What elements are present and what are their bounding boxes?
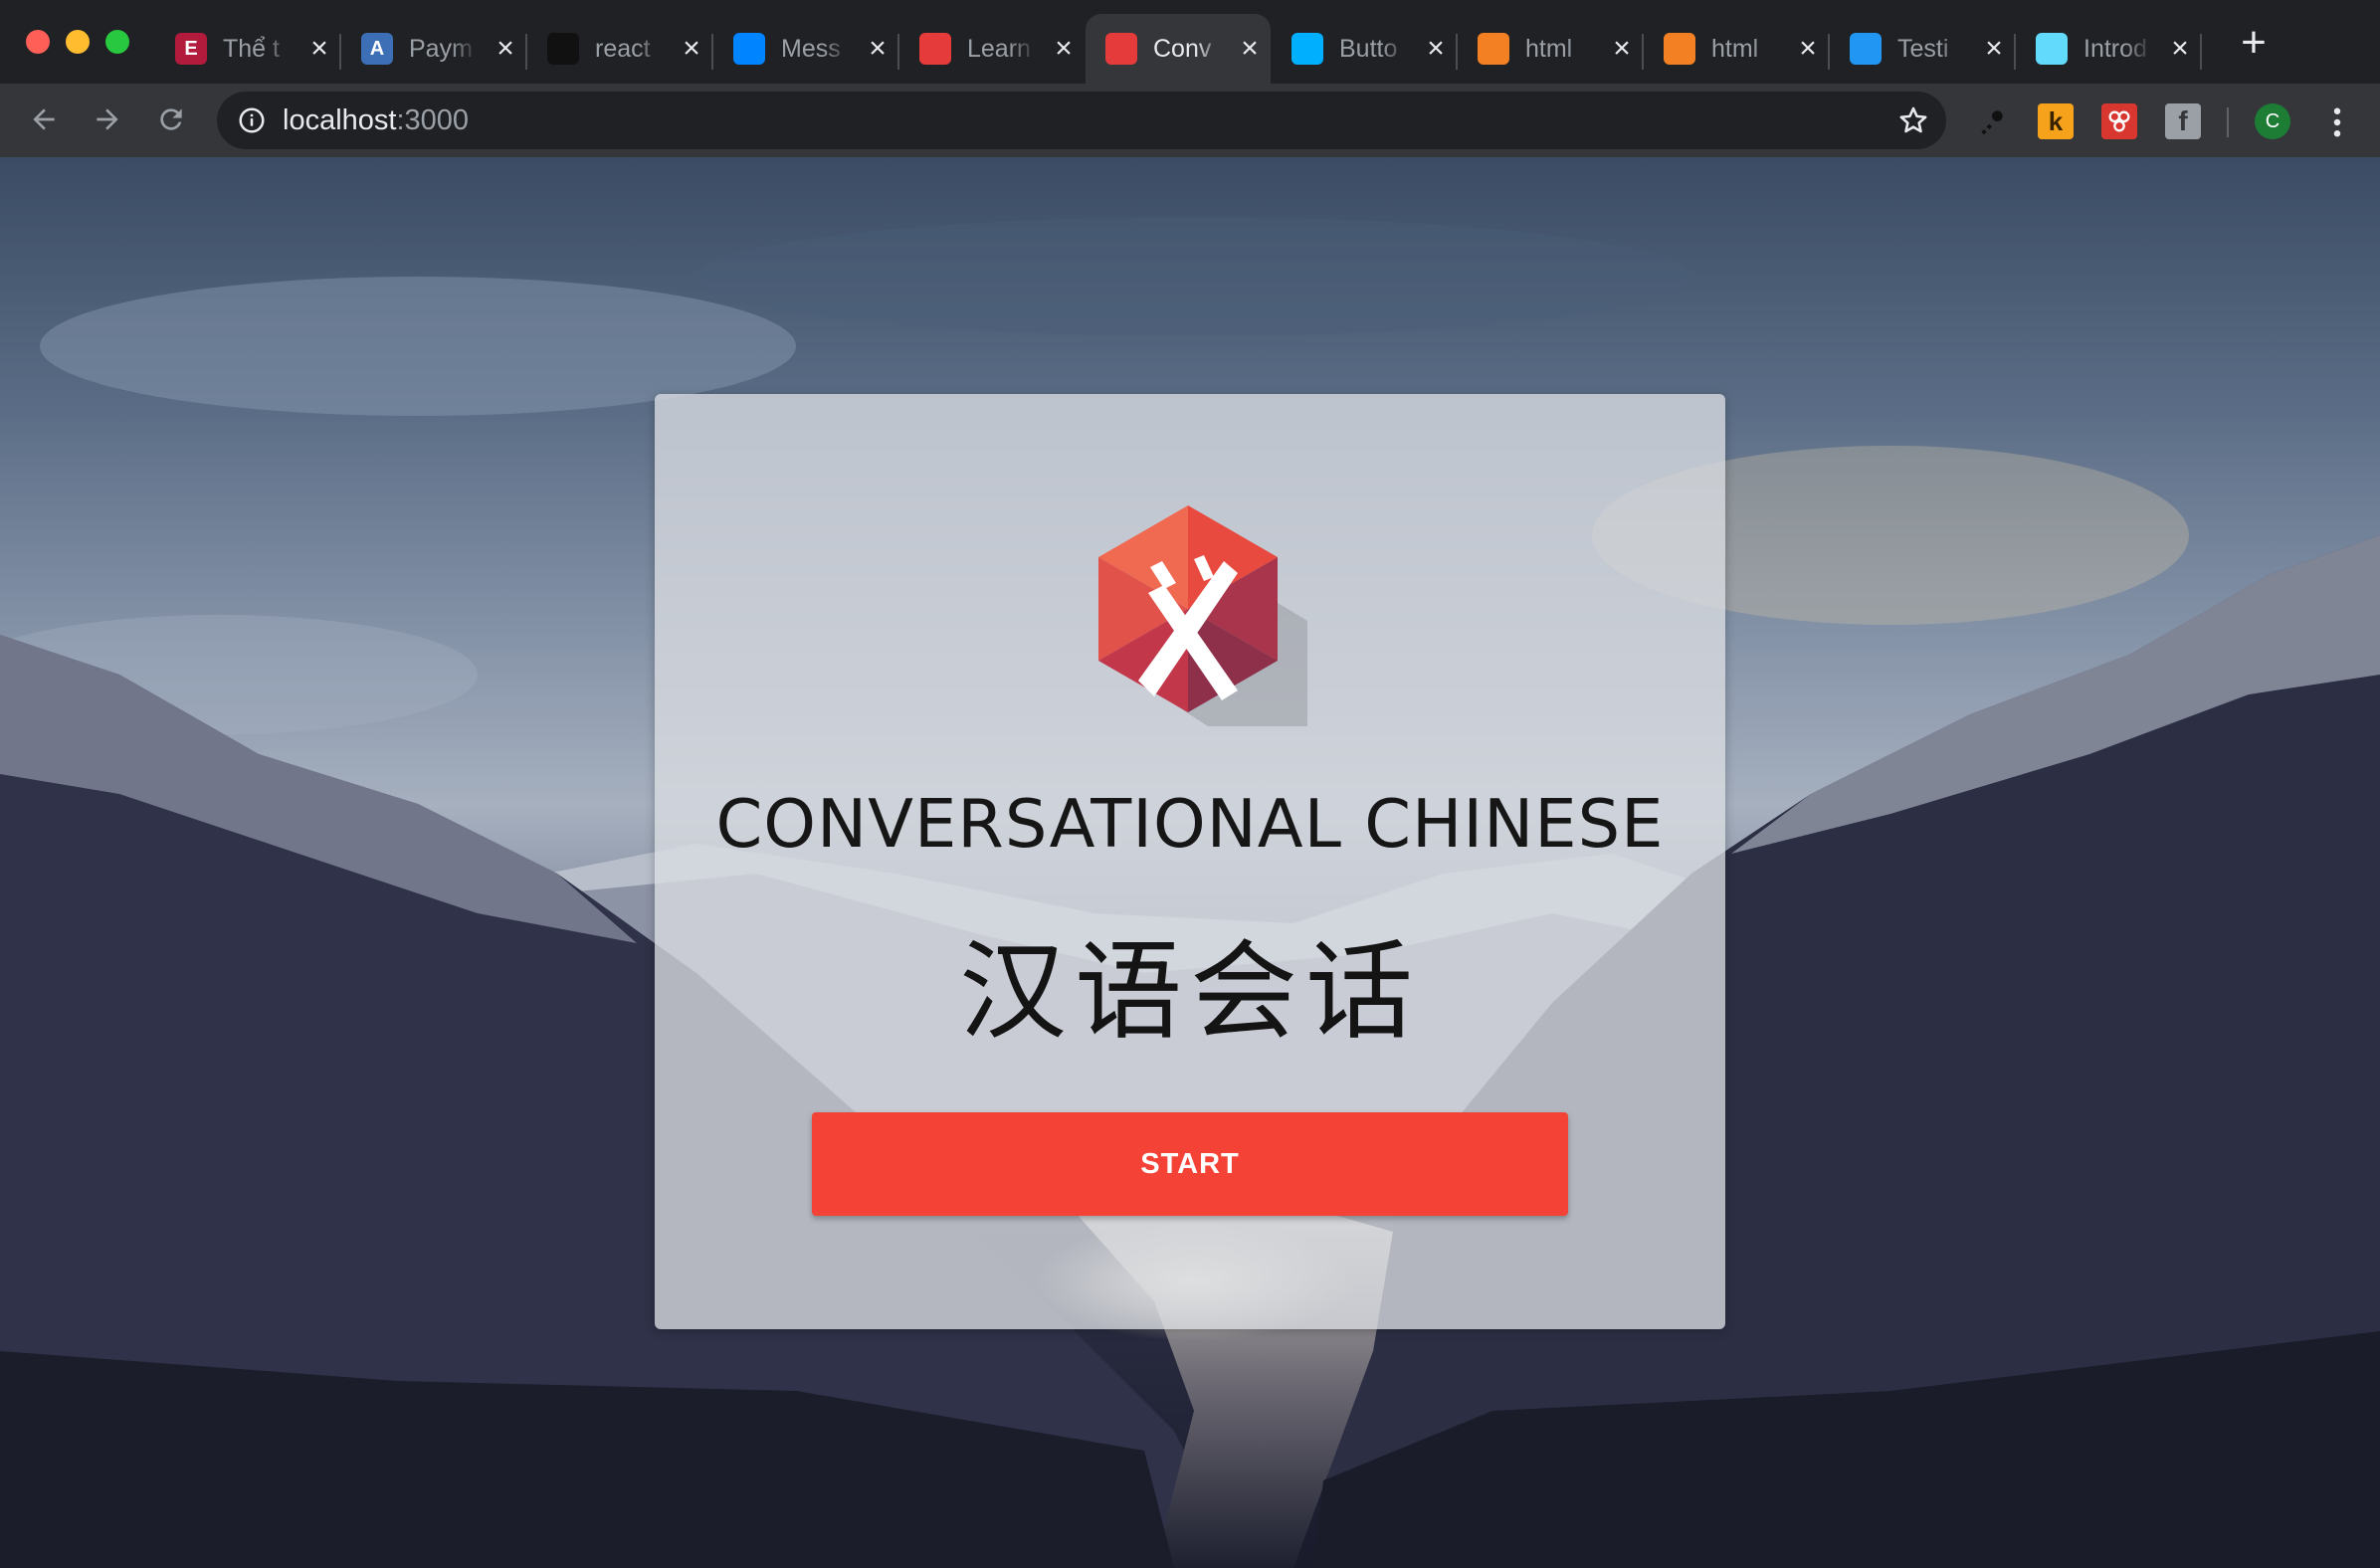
app-title-english: CONVERSATIONAL CHINESE — [715, 785, 1665, 863]
tab-strip: E Thể t × A Paym × react × Mess × Learn × Conv × Butto… — [0, 0, 2380, 84]
browser-tab[interactable]: react × — [527, 14, 712, 84]
back-arrow-icon — [33, 108, 55, 130]
tab-title: Testi — [1897, 34, 1949, 63]
start-button[interactable]: START — [812, 1112, 1568, 1216]
zoom-window-button[interactable] — [105, 30, 129, 54]
browser-toolbar: localhost:3000 k f C — [0, 84, 2380, 159]
tab-close-icon[interactable]: × — [493, 34, 518, 64]
url-port: :3000 — [396, 104, 470, 136]
tab-close-icon[interactable]: × — [865, 34, 891, 64]
browser-tab[interactable]: html × — [1644, 14, 1829, 84]
tab-title: Butto — [1339, 34, 1398, 63]
reload-button[interactable] — [151, 99, 191, 139]
edx-icon: E — [175, 33, 207, 65]
tab-title: Introd — [2083, 34, 2147, 63]
tab-close-icon[interactable]: × — [306, 34, 332, 64]
tab-title: react — [595, 34, 651, 63]
minimize-window-button[interactable] — [66, 30, 90, 54]
browser-tab[interactable]: Introd × — [2016, 14, 2201, 84]
tab-title: Mess — [781, 34, 841, 63]
tab-close-icon[interactable]: × — [1795, 34, 1821, 64]
forward-arrow-icon — [97, 108, 118, 130]
close-window-button[interactable] — [26, 30, 50, 54]
app-logo-icon — [919, 33, 951, 65]
tab-separator — [2200, 34, 2202, 70]
browser-tab[interactable]: Testi × — [1830, 14, 2015, 84]
material-ui-icon — [1291, 33, 1323, 65]
browser-window: E Thể t × A Paym × react × Mess × Learn × Conv × Butto… — [0, 0, 2380, 1568]
puzzle-extension-icon[interactable] — [2101, 103, 2137, 139]
app-logo-icon — [1098, 505, 1307, 726]
tab-close-icon[interactable]: × — [1051, 34, 1077, 64]
react-icon — [2036, 33, 2068, 65]
tab-close-icon[interactable]: × — [1981, 34, 2007, 64]
browser-tab[interactable]: A Paym × — [341, 14, 526, 84]
url-host: localhost — [283, 104, 397, 136]
address-bar[interactable]: localhost:3000 — [217, 92, 1946, 149]
stackoverflow-icon — [1664, 33, 1695, 65]
tab-title: Conv — [1153, 34, 1212, 63]
key-extension-icon[interactable] — [1974, 103, 2010, 139]
back-button[interactable] — [24, 99, 64, 139]
tab-close-icon[interactable]: × — [679, 34, 704, 64]
welcome-card: CONVERSATIONAL CHINESE 汉语会话 START — [655, 394, 1725, 1329]
tab-title: Paym — [409, 34, 473, 63]
tab-title: html — [1711, 34, 1759, 63]
app-store-connect-icon: A — [361, 33, 393, 65]
book-icon — [1850, 33, 1882, 65]
stackoverflow-icon — [1478, 33, 1509, 65]
messenger-icon — [733, 33, 765, 65]
page-viewport: CONVERSATIONAL CHINESE 汉语会话 START — [0, 157, 2380, 1568]
browser-tab[interactable]: Learn × — [899, 14, 1085, 84]
tab-title: html — [1525, 34, 1573, 63]
tab-title: Thể t — [223, 34, 280, 63]
browser-menu-icon[interactable] — [2322, 103, 2352, 141]
new-tab-button[interactable]: + — [2237, 21, 2271, 65]
tab-close-icon[interactable]: × — [1423, 34, 1449, 64]
reload-icon — [160, 108, 182, 130]
tab-title: Learn — [967, 34, 1031, 63]
tab-close-icon[interactable]: × — [1609, 34, 1635, 64]
k-extension-icon[interactable]: k — [2038, 103, 2074, 139]
bookmark-star-icon[interactable] — [1896, 103, 1930, 137]
url-text: localhost:3000 — [283, 103, 469, 137]
toolbar-divider — [2227, 107, 2229, 137]
forward-button[interactable] — [88, 99, 127, 139]
app-logo-icon — [1105, 33, 1137, 65]
github-icon — [547, 33, 579, 65]
site-info-icon[interactable] — [237, 105, 267, 135]
browser-tab[interactable]: Conv × — [1086, 14, 1271, 84]
facebook-extension-icon[interactable]: f — [2165, 103, 2201, 139]
profile-avatar[interactable]: C — [2255, 103, 2290, 139]
browser-tab[interactable]: Mess × — [713, 14, 898, 84]
app-title-chinese: 汉语会话 — [958, 930, 1421, 1055]
browser-tab[interactable]: E Thể t × — [155, 14, 340, 84]
browser-tab[interactable]: html × — [1458, 14, 1643, 84]
tab-close-icon[interactable]: × — [1237, 34, 1263, 64]
browser-tab[interactable]: Butto × — [1272, 14, 1457, 84]
tab-close-icon[interactable]: × — [2167, 34, 2193, 64]
